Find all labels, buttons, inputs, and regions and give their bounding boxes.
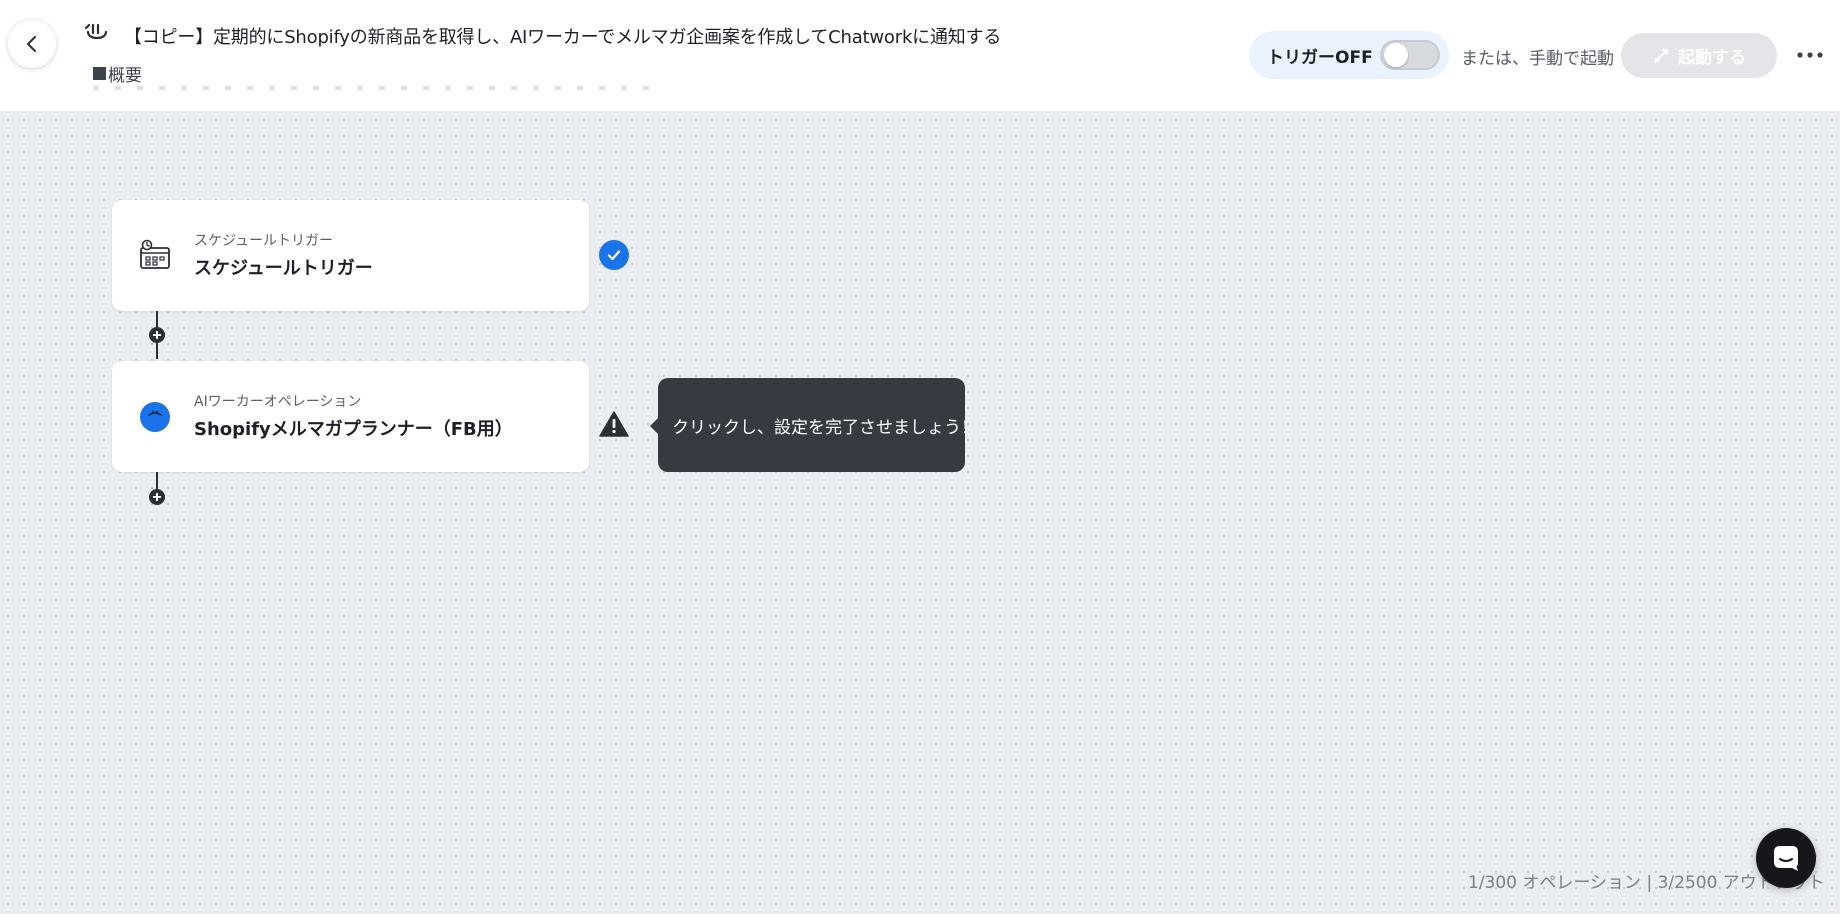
more-options-button[interactable] [1793, 40, 1827, 70]
flow-icon [84, 23, 108, 40]
description-heading-text: 概要 [108, 66, 142, 86]
description-heading: 概要 [93, 61, 142, 86]
chevron-left-icon [27, 36, 36, 52]
trigger-toggle[interactable] [1380, 40, 1440, 70]
more-dots-icon [1797, 52, 1823, 58]
trigger-toggle-group: トリガーOFF [1249, 31, 1449, 79]
warning-icon [599, 411, 629, 437]
tooltip-text: クリックし、設定を完了させましょう！ [672, 417, 978, 438]
calendar-clock-icon [140, 239, 170, 269]
trigger-status-label: トリガーOFF [1267, 47, 1373, 68]
launch-icon [1654, 48, 1668, 63]
check-icon [607, 250, 621, 261]
toggle-knob [1384, 43, 1408, 67]
add-step-button[interactable] [149, 489, 165, 505]
add-step-button[interactable] [149, 327, 165, 343]
step-title: スケジュールトリガー [194, 258, 373, 279]
step-type-label: AIワーカーオペレーション [194, 394, 362, 410]
step-type-label: スケジュールトリガー [194, 233, 334, 249]
ai-worker-icon [140, 402, 170, 432]
square-bullet-icon [93, 67, 106, 80]
header-bar: 【コピー】定期的にShopifyの新商品を取得し、AIワーカーでメルマガ企画案を… [0, 0, 1843, 112]
setup-hint-tooltip: クリックし、設定を完了させましょう！ [650, 378, 978, 472]
step-title: Shopifyメルマガプランナー（FB用） [194, 419, 513, 440]
manual-launch-label: または、手動で起動 [1461, 49, 1614, 69]
step-complete-badge [599, 240, 629, 270]
launch-button[interactable]: 起動する [1621, 33, 1777, 78]
chat-icon [1774, 846, 1798, 871]
launch-button-label: 起動する [1678, 48, 1746, 68]
chat-support-button[interactable] [1756, 828, 1816, 888]
back-button[interactable] [8, 20, 56, 68]
flow-step-card[interactable]: スケジュールトリガー スケジュールトリガー [112, 200, 589, 311]
flow-step-card[interactable]: AIワーカーオペレーション Shopifyメルマガプランナー（FB用） [112, 361, 589, 472]
description-preview[interactable] [93, 86, 653, 90]
flow-title[interactable]: 【コピー】定期的にShopifyの新商品を取得し、AIワーカーでメルマガ企画案を… [124, 23, 1001, 49]
